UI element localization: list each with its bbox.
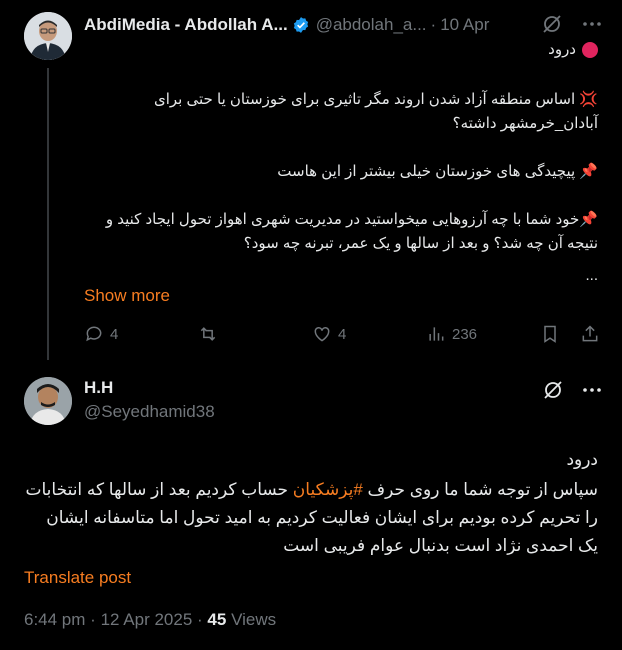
more-icon[interactable] — [580, 378, 604, 402]
share-icon — [582, 325, 598, 342]
views-label: Views — [231, 610, 277, 629]
more-icon[interactable] — [580, 12, 604, 36]
like-count: 4 — [338, 325, 347, 343]
like-icon — [314, 326, 330, 342]
reply-icon — [86, 326, 102, 342]
author-handle[interactable]: @Seyedhamid38 — [84, 402, 215, 422]
verified-badge-icon — [293, 17, 308, 33]
red-circle-icon — [582, 42, 598, 59]
separator: · — [90, 610, 96, 629]
reply-button[interactable]: 4 — [84, 324, 118, 344]
post-date[interactable]: 10 Apr — [440, 15, 489, 35]
author-photo — [24, 377, 72, 425]
retweet-icon — [200, 327, 216, 341]
share-button[interactable] — [580, 324, 600, 344]
author-name[interactable]: H.H — [84, 378, 113, 398]
bookmark-button[interactable] — [540, 324, 560, 344]
separator: · — [430, 15, 437, 34]
views-number: 45 — [207, 610, 227, 629]
show-more-link[interactable]: Show more — [84, 286, 170, 306]
post-time[interactable]: 6:44 pm — [24, 610, 85, 629]
views-count: 236 — [452, 325, 478, 343]
post-metadata: 6:44 pm · 12 Apr 2025 · 45 Views — [24, 610, 276, 630]
post-paragraph-1: 💢 اساس منطقه آزاد شدن اروند مگر تاثیری ب… — [154, 91, 598, 132]
post-paragraph-3: 📌خود شما با چه آرزوهایی میخواستید در مدی… — [105, 211, 598, 252]
reply-text-start: سپاس از توجه شما ما روی حرف — [362, 480, 599, 499]
avatar[interactable] — [24, 377, 72, 425]
views-button[interactable]: 236 — [426, 324, 477, 344]
action-bar: 4 4 236 — [84, 324, 604, 350]
grok-icon[interactable] — [540, 12, 564, 36]
separator: · — [197, 610, 203, 629]
reply-body: سپاس از توجه شما ما روی حرف #پزشکیان حسا… — [24, 476, 599, 560]
translate-post-link[interactable]: Translate post — [24, 568, 131, 588]
hashtag-link[interactable]: #پزشکیان — [293, 480, 363, 499]
retweet-button[interactable] — [198, 324, 218, 344]
post-header: AbdiMedia - Abdollah A... @abdolah_a... … — [84, 14, 489, 36]
greeting-text: درود — [548, 41, 576, 58]
post-greeting: درود — [84, 38, 598, 62]
author-handle[interactable]: @abdolah_a... — [316, 15, 427, 35]
thread-line — [47, 68, 49, 360]
post-date[interactable]: 12 Apr 2025 — [101, 610, 193, 629]
like-button[interactable]: 4 — [312, 324, 346, 344]
author-name[interactable]: AbdiMedia - Abdollah A... — [84, 15, 288, 35]
post-ellipsis: ... — [585, 267, 598, 284]
bookmark-icon — [544, 325, 556, 343]
author-photo — [24, 12, 72, 60]
reply-greeting: درود — [566, 450, 598, 469]
post-paragraph-2: 📌 پیچیدگی های خوزستان خیلی بیشتر از این … — [277, 163, 598, 180]
avatar[interactable] — [24, 12, 72, 60]
reply-count: 4 — [110, 325, 119, 343]
grok-icon[interactable] — [541, 378, 565, 402]
views-icon — [429, 327, 444, 341]
